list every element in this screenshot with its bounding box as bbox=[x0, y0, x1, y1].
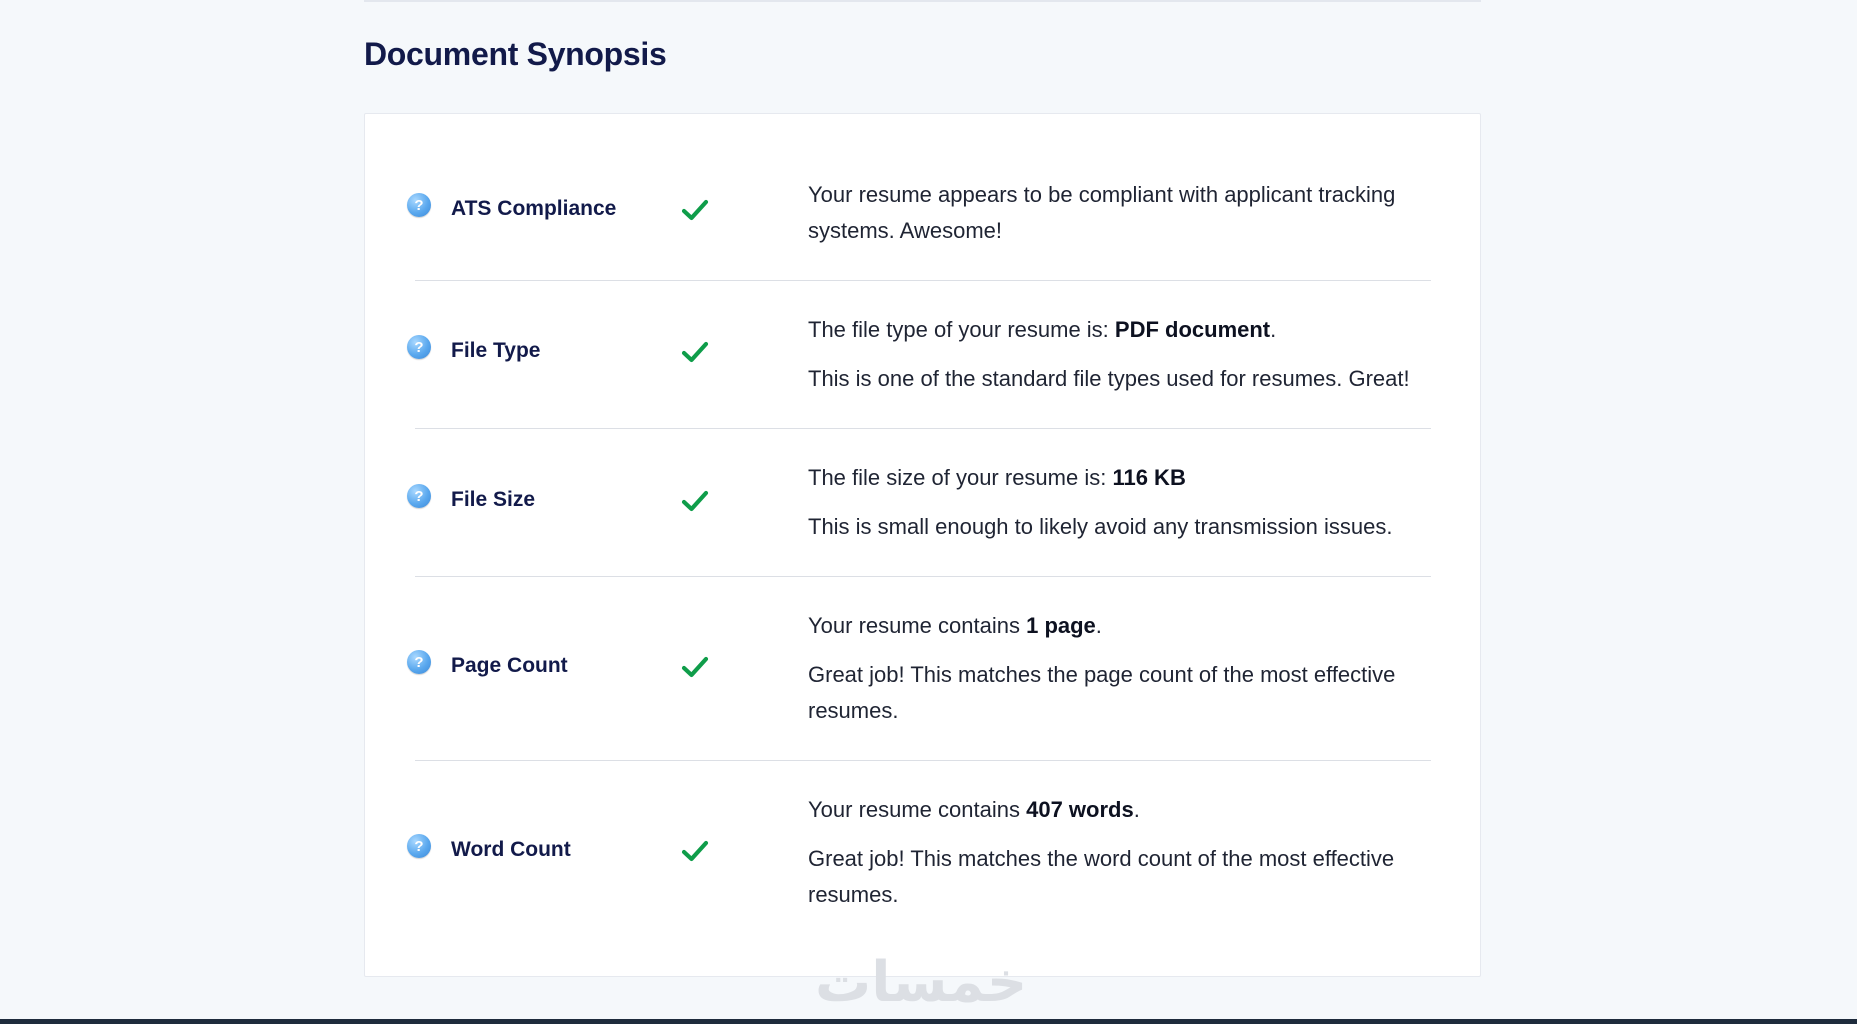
description-line: The file type of your resume is: PDF doc… bbox=[808, 317, 1277, 342]
description-line: Great job! This matches the page count o… bbox=[808, 662, 1396, 723]
row-label: Page Count bbox=[451, 654, 568, 677]
row-divider bbox=[415, 428, 1431, 429]
help-icon[interactable]: ? bbox=[407, 834, 431, 858]
row-description: Your resume appears to be compliant with… bbox=[808, 177, 1448, 249]
check-icon bbox=[681, 341, 709, 363]
description-line: This is one of the standard file types u… bbox=[808, 366, 1410, 391]
description-line: Your resume contains 407 words. bbox=[808, 797, 1140, 822]
file-size-value: 116 KB bbox=[1112, 465, 1186, 490]
row-label: File Size bbox=[451, 488, 536, 511]
help-icon[interactable]: ? bbox=[407, 335, 431, 359]
page-count-value: 1 page bbox=[1026, 613, 1096, 638]
row-description: Your resume contains 1 page. Great job! … bbox=[808, 608, 1448, 729]
row-divider bbox=[415, 280, 1431, 281]
description-line: Your resume contains 1 page. bbox=[808, 613, 1102, 638]
row-description: Your resume contains 407 words. Great jo… bbox=[808, 792, 1448, 913]
row-description: The file type of your resume is: PDF doc… bbox=[808, 312, 1448, 397]
help-icon[interactable]: ? bbox=[407, 650, 431, 674]
row-label: Word Count bbox=[451, 838, 571, 861]
description-line: Your resume appears to be compliant with… bbox=[808, 182, 1396, 243]
synopsis-card: ? ATS Compliance Your resume appears to … bbox=[364, 113, 1481, 977]
description-line: This is small enough to likely avoid any… bbox=[808, 514, 1393, 539]
help-icon[interactable]: ? bbox=[407, 193, 431, 217]
check-icon bbox=[681, 840, 709, 862]
row-divider bbox=[415, 760, 1431, 761]
bottom-bar bbox=[0, 1019, 1857, 1024]
top-divider bbox=[364, 0, 1481, 2]
help-icon[interactable]: ? bbox=[407, 484, 431, 508]
check-icon bbox=[681, 199, 709, 221]
row-description: The file size of your resume is: 116 KB … bbox=[808, 460, 1448, 545]
watermark: خمسات bbox=[815, 950, 1028, 1015]
check-icon bbox=[681, 656, 709, 678]
file-type-value: PDF document bbox=[1114, 317, 1271, 342]
check-icon bbox=[681, 490, 709, 512]
description-line: Great job! This matches the word count o… bbox=[808, 846, 1395, 907]
word-count-value: 407 words bbox=[1026, 797, 1134, 822]
row-divider bbox=[415, 576, 1431, 577]
row-label: ATS Compliance bbox=[451, 197, 617, 220]
description-line: The file size of your resume is: 116 KB bbox=[808, 465, 1186, 490]
page-title: Document Synopsis bbox=[364, 36, 667, 72]
row-label: File Type bbox=[451, 339, 541, 362]
